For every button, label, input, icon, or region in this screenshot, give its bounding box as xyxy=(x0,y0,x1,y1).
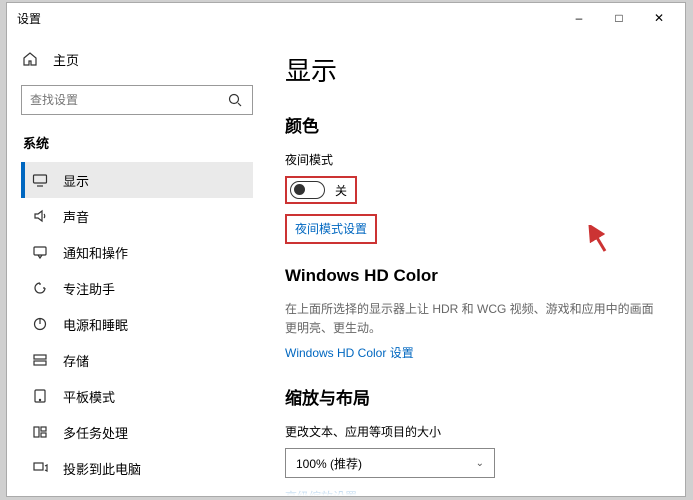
minimize-button[interactable]: – xyxy=(559,3,599,33)
scale-label: 更改文本、应用等项目的大小 xyxy=(285,423,657,440)
scale-value: 100% (推荐) xyxy=(296,455,362,472)
category-title: 系统 xyxy=(23,133,253,152)
notifications-icon xyxy=(31,243,49,261)
night-mode-label: 夜间模式 xyxy=(285,151,657,168)
sidebar-item-label: 存储 xyxy=(63,351,89,370)
power-icon xyxy=(31,315,49,333)
night-mode-toggle-annotation: 关 xyxy=(285,176,357,204)
sidebar-item-project[interactable]: 投影到此电脑 xyxy=(21,450,253,486)
hd-color-heading: Windows HD Color xyxy=(285,266,657,286)
content-pane: 显示 颜色 夜间模式 关 夜间模式设置 Windows HD Color 在上面… xyxy=(267,33,685,496)
home-icon xyxy=(21,50,39,68)
page-title: 显示 xyxy=(285,51,657,88)
sidebar-item-display[interactable]: 显示 xyxy=(21,162,253,198)
multitask-icon xyxy=(31,423,49,441)
night-mode-link-annotation: 夜间模式设置 xyxy=(285,214,377,244)
scale-dropdown[interactable]: 100% (推荐) ⌄ xyxy=(285,448,495,478)
sidebar-item-label: 多任务处理 xyxy=(63,423,128,442)
hd-color-description: 在上面所选择的显示器上让 HDR 和 WCG 视频、游戏和应用中的画面更明亮、更… xyxy=(285,300,657,338)
search-field[interactable] xyxy=(30,93,226,107)
search-icon xyxy=(226,91,244,109)
maximize-button[interactable]: □ xyxy=(599,3,639,33)
focus-icon xyxy=(31,279,49,297)
settings-window: 设置 – □ ✕ 主页 系统 显示 xyxy=(6,2,686,497)
sidebar-item-label: 投影到此电脑 xyxy=(63,459,141,478)
sidebar-item-tablet[interactable]: 平板模式 xyxy=(21,378,253,414)
toggle-state-text: 关 xyxy=(335,182,347,199)
sidebar-item-focus[interactable]: 专注助手 xyxy=(21,270,253,306)
home-nav[interactable]: 主页 xyxy=(21,41,253,77)
sidebar-item-storage[interactable]: 存储 xyxy=(21,342,253,378)
chevron-down-icon: ⌄ xyxy=(476,458,484,469)
sidebar-item-label: 显示 xyxy=(63,171,89,190)
search-input[interactable] xyxy=(21,85,253,115)
sidebar-item-label: 电源和睡眠 xyxy=(63,315,128,334)
night-mode-settings-link[interactable]: 夜间模式设置 xyxy=(295,220,367,237)
sidebar-item-label: 专注助手 xyxy=(63,279,115,298)
night-mode-toggle[interactable] xyxy=(290,181,325,199)
close-button[interactable]: ✕ xyxy=(639,3,679,33)
project-icon xyxy=(31,459,49,477)
sidebar: 主页 系统 显示 声音 通知和操作 xyxy=(7,33,267,496)
sidebar-item-label: 通知和操作 xyxy=(63,243,128,262)
window-title: 设置 xyxy=(17,10,41,27)
nav-list: 显示 声音 通知和操作 专注助手 电源和睡眠 xyxy=(21,162,253,486)
sidebar-item-multitask[interactable]: 多任务处理 xyxy=(21,414,253,450)
title-bar: 设置 – □ ✕ xyxy=(7,3,685,33)
sidebar-item-sound[interactable]: 声音 xyxy=(21,198,253,234)
color-heading: 颜色 xyxy=(285,112,657,137)
hd-color-settings-link[interactable]: Windows HD Color 设置 xyxy=(285,344,414,361)
sidebar-item-power[interactable]: 电源和睡眠 xyxy=(21,306,253,342)
sidebar-item-notifications[interactable]: 通知和操作 xyxy=(21,234,253,270)
display-icon xyxy=(31,171,49,189)
sidebar-item-label: 平板模式 xyxy=(63,387,115,406)
tablet-icon xyxy=(31,387,49,405)
sidebar-item-label: 声音 xyxy=(63,207,89,226)
sound-icon xyxy=(31,207,49,225)
storage-icon xyxy=(31,351,49,369)
scale-heading: 缩放与布局 xyxy=(285,384,657,409)
home-label: 主页 xyxy=(53,50,79,69)
